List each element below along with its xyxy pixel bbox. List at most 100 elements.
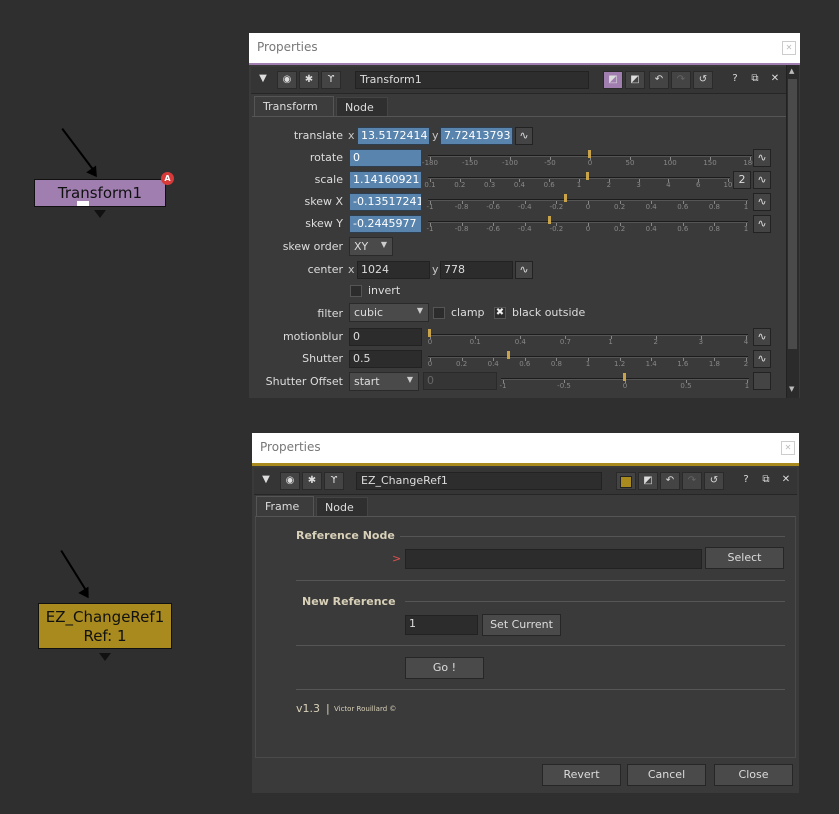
- collapse-icon[interactable]: ▼: [253, 71, 273, 89]
- node-color-swatch[interactable]: [616, 472, 636, 490]
- rotate-slider[interactable]: -180 -150 -100 -50 0 50 100 150 180: [422, 150, 757, 170]
- cancel-button[interactable]: Cancel: [627, 764, 706, 786]
- rotate-animation-icon[interactable]: ∿: [753, 149, 771, 167]
- shutter-offset-slider[interactable]: -1 -0.5 0 0.5 1: [500, 373, 749, 393]
- close-icon[interactable]: ✕: [765, 71, 785, 89]
- tab-frame[interactable]: Frame: [256, 496, 314, 516]
- viewer-icon[interactable]: ◉: [280, 472, 300, 490]
- help-icon[interactable]: ?: [725, 71, 745, 89]
- shutter-offset-dropdown[interactable]: start ▼: [349, 372, 419, 391]
- redo-icon[interactable]: ↷: [682, 472, 702, 490]
- slider-knob[interactable]: [623, 373, 626, 381]
- scale-input[interactable]: 1.14160921: [349, 171, 422, 189]
- color-icon[interactable]: ◩: [625, 71, 645, 89]
- rotate-input[interactable]: 0: [349, 149, 422, 167]
- viewer-icon[interactable]: ◉: [277, 71, 297, 89]
- motionblur-slider[interactable]: 0 0.1 0.4 0.7 1 2 3 4: [428, 329, 748, 349]
- select-button[interactable]: Select: [705, 547, 784, 569]
- node-name-field[interactable]: EZ_ChangeRef1: [356, 472, 602, 490]
- slider-tick-label: 1.6: [677, 360, 689, 368]
- skew-order-dropdown[interactable]: XY ▼: [349, 237, 393, 256]
- shutter-offset-input[interactable]: 0: [423, 372, 497, 390]
- revert-button[interactable]: Revert: [542, 764, 621, 786]
- tab-node[interactable]: Node: [316, 497, 368, 517]
- black-outside-checkbox[interactable]: ✖: [494, 307, 506, 319]
- skewy-slider[interactable]: -1 -0.8 -0.6 -0.4 -0.2 0 0.2 0.4 0.6 0.8 1: [427, 216, 748, 236]
- float-icon[interactable]: ⧉: [756, 472, 776, 490]
- changeref-node[interactable]: EZ_ChangeRef1 Ref: 1: [38, 603, 172, 649]
- slider-knob[interactable]: [428, 329, 431, 337]
- help-icon[interactable]: ?: [736, 472, 756, 490]
- transform-node[interactable]: Transform1: [34, 179, 166, 207]
- scale-animation-icon[interactable]: ∿: [753, 171, 771, 189]
- shutter-animation-icon[interactable]: ∿: [753, 350, 771, 368]
- invert-checkbox[interactable]: [350, 285, 362, 297]
- slider-tick-label: 0.1: [469, 338, 481, 346]
- node-name-field[interactable]: Transform1: [355, 71, 589, 89]
- rotate-label: rotate: [309, 151, 343, 164]
- center-x-input[interactable]: 1024: [357, 261, 430, 279]
- scroll-down-icon[interactable]: ▼: [789, 385, 794, 393]
- motionblur-animation-icon[interactable]: ∿: [753, 328, 771, 346]
- scale-slider[interactable]: 0.1 0.2 0.3 0.4 0.6 1 2 3 4 6 10: [424, 172, 732, 192]
- slider-tick-label: 0.4: [513, 181, 525, 189]
- slider-knob[interactable]: [585, 172, 589, 180]
- set-current-button[interactable]: Set Current: [482, 614, 561, 636]
- tab-node[interactable]: Node: [336, 97, 388, 117]
- slider-knob[interactable]: [563, 194, 567, 202]
- tool-icon[interactable]: ϒ: [324, 472, 344, 490]
- skewx-animation-icon[interactable]: ∿: [753, 193, 771, 211]
- slider-tick-label: 0.8: [550, 360, 562, 368]
- slider-knob[interactable]: [588, 150, 591, 158]
- filter-dropdown[interactable]: cubic ▼: [349, 303, 429, 322]
- slider-knob[interactable]: [507, 351, 510, 359]
- scroll-thumb[interactable]: [788, 79, 797, 349]
- new-reference-input[interactable]: 1: [405, 615, 478, 635]
- node-icon[interactable]: ✱: [299, 71, 319, 89]
- collapse-icon[interactable]: ▼: [256, 472, 276, 490]
- clamp-checkbox[interactable]: [433, 307, 445, 319]
- center-animation-icon[interactable]: ∿: [515, 261, 533, 279]
- node-toolbar: ▼ ◉ ✱ ϒ Transform1 ◩ ◩ ↶ ↷ ↺ ? ⧉ ✕: [251, 67, 786, 94]
- slider-knob[interactable]: [548, 216, 552, 224]
- node-graph[interactable]: Transform1 A EZ_ChangeRef1 Ref: 1: [0, 0, 248, 814]
- revert-icon[interactable]: ↺: [693, 71, 713, 89]
- slider-tick-label: 0: [622, 382, 628, 390]
- close-button[interactable]: Close: [714, 764, 793, 786]
- skewx-slider[interactable]: -1 -0.8 -0.6 -0.4 -0.2 0 0.2 0.4 0.6 0.8 1: [427, 194, 748, 214]
- revert-icon[interactable]: ↺: [704, 472, 724, 490]
- translate-y-input[interactable]: 7.72413793: [440, 127, 513, 145]
- reference-node-input[interactable]: [405, 549, 702, 569]
- motionblur-input[interactable]: 0: [349, 328, 422, 346]
- tab-transform[interactable]: Transform: [254, 96, 334, 116]
- node-color-swatch[interactable]: ◩: [603, 71, 623, 89]
- node-icon[interactable]: ✱: [302, 472, 322, 490]
- panel-scrollbar[interactable]: ▲ ▼: [786, 65, 799, 398]
- slider-tick-label: 0.2: [614, 203, 626, 211]
- center-x-axis: x: [348, 263, 355, 276]
- shutter-offset-animation-icon[interactable]: [753, 372, 771, 390]
- shutter-input[interactable]: 0.5: [349, 350, 422, 368]
- shutter-slider[interactable]: 0 0.2 0.4 0.6 0.8 1 1.2 1.4 1.6 1.8 2: [428, 351, 748, 371]
- translate-x-input[interactable]: 13.5172414: [357, 127, 430, 145]
- undo-icon[interactable]: ↶: [649, 71, 669, 89]
- translate-animation-icon[interactable]: ∿: [515, 127, 533, 145]
- color-icon[interactable]: ◩: [638, 472, 658, 490]
- go-button[interactable]: Go !: [405, 657, 484, 679]
- slider-tick-label: 0.6: [519, 360, 531, 368]
- slider-tick-label: 1.8: [708, 360, 720, 368]
- slider-tick-label: -100: [502, 159, 518, 167]
- skewx-input[interactable]: -0.13517241: [349, 193, 422, 211]
- float-icon[interactable]: ⧉: [745, 71, 765, 89]
- redo-icon[interactable]: ↷: [671, 71, 691, 89]
- scroll-up-icon[interactable]: ▲: [789, 67, 794, 75]
- tool-icon[interactable]: ϒ: [321, 71, 341, 89]
- skewy-input[interactable]: -0.2445977: [349, 215, 422, 233]
- undo-icon[interactable]: ↶: [660, 472, 680, 490]
- center-y-input[interactable]: 778: [440, 261, 513, 279]
- panel-close-icon[interactable]: ✕: [781, 441, 795, 455]
- scale-channels-button[interactable]: 2: [733, 171, 751, 189]
- panel-close-icon[interactable]: ✕: [782, 41, 796, 55]
- skewy-animation-icon[interactable]: ∿: [753, 215, 771, 233]
- close-icon[interactable]: ✕: [776, 472, 796, 490]
